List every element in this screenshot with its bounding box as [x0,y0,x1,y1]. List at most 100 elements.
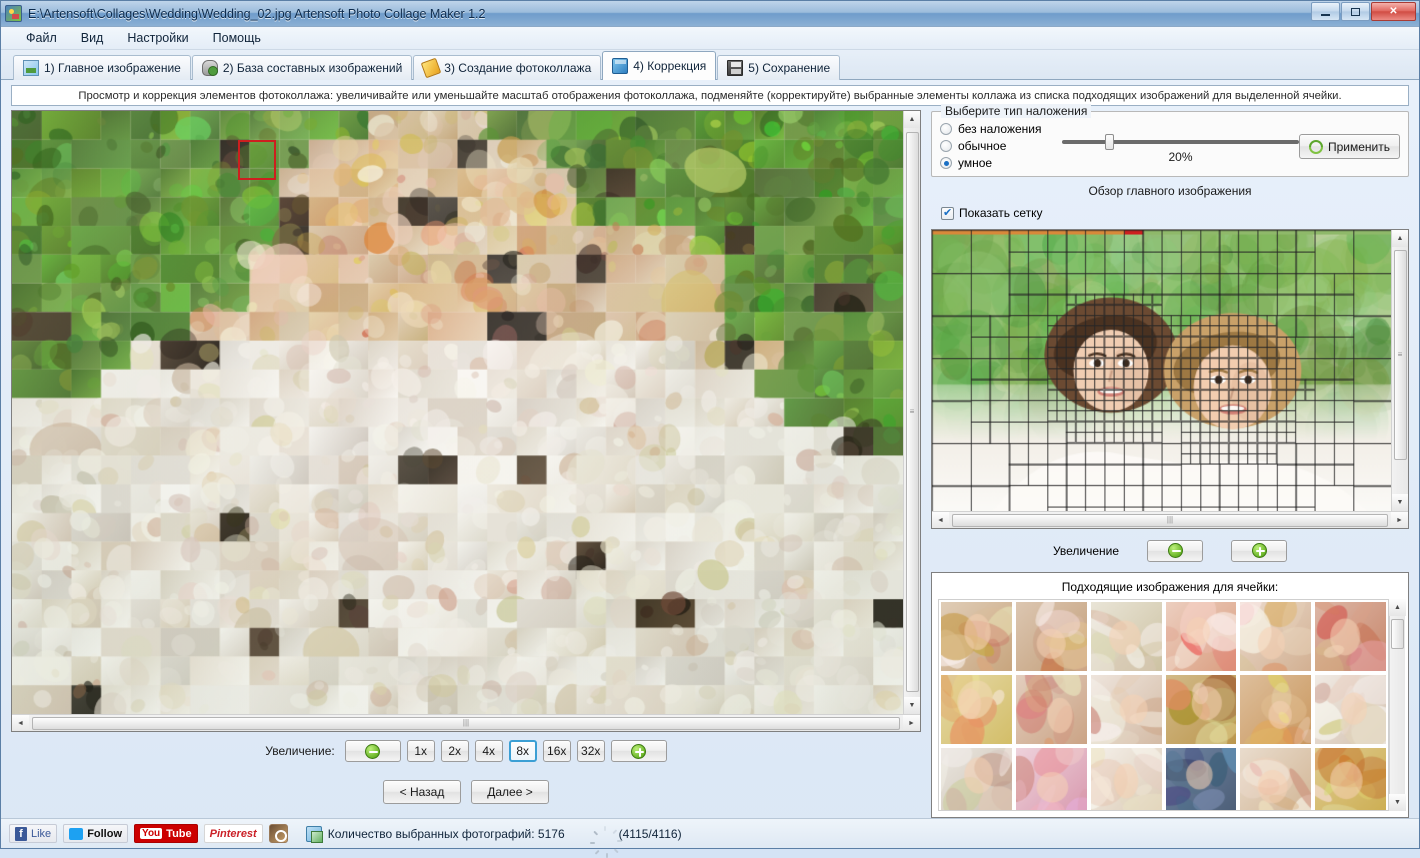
matching-image-thumbnail[interactable] [1090,602,1162,671]
radio-icon-selected[interactable] [940,157,952,169]
matching-image-thumbnail[interactable] [1315,675,1386,744]
thumbnail-canvas-hands-clasped[interactable] [1090,675,1162,744]
scroll-right-arrow[interactable]: ► [903,714,920,731]
hscroll-track[interactable]: ||| [29,715,903,732]
vscroll-track[interactable] [1389,616,1406,794]
slider-thumb[interactable] [1104,134,1114,150]
apply-button[interactable]: Применить [1298,134,1400,159]
menu-settings[interactable]: Настройки [116,28,199,48]
thumbnail-canvas-hands-ring[interactable] [1015,675,1087,744]
thumbnail-canvas-bride-portrait[interactable] [941,602,1012,671]
matching-image-thumbnail[interactable] [1315,748,1386,810]
matching-image-thumbnail[interactable] [1015,675,1087,744]
scroll-down-arrow[interactable]: ▼ [1391,494,1408,511]
thumbnail-canvas-blonde-smiling[interactable] [1090,748,1162,810]
checkbox-icon[interactable] [941,206,954,220]
main-image-canvas-area[interactable] [932,230,1391,511]
thumbnail-canvas-blonde-woman[interactable] [1315,675,1386,744]
thumbnail-canvas-girl-pink-bow[interactable] [1015,748,1087,810]
matching-images-scrollbar[interactable]: ▲ ▼ [1389,599,1406,811]
instagram-button[interactable] [268,824,288,843]
matching-image-thumbnail[interactable] [1240,675,1312,744]
thumbnail-canvas-dress-detail[interactable] [1090,602,1162,671]
scroll-down-arrow[interactable]: ▼ [1389,794,1406,811]
matching-image-thumbnail[interactable] [1015,602,1087,671]
vscroll-track[interactable]: ≡ [1392,247,1409,494]
matching-image-thumbnail[interactable] [941,675,1012,744]
main-image-zoom-out-button[interactable] [1147,539,1204,562]
overlay-option-normal[interactable]: обычное [940,139,1062,153]
youtube-button[interactable]: You Tube [134,824,198,843]
matching-image-thumbnail[interactable] [1165,602,1237,671]
photo-mosaic-canvas[interactable] [12,111,903,714]
menu-view[interactable]: Вид [70,28,115,48]
radio-icon[interactable] [940,140,952,152]
zoom-level-1x[interactable]: 1x [406,740,435,762]
tab-save[interactable]: 5) Сохранение [717,55,841,80]
menu-file[interactable]: Файл [15,28,68,48]
main-image-grid-canvas[interactable] [932,230,1391,511]
scroll-up-arrow[interactable]: ▲ [1389,599,1406,616]
thumbnail-canvas-woman-beige[interactable] [1240,748,1312,810]
collage-horizontal-scrollbar[interactable]: ◄ ||| ► [12,714,920,731]
collage-canvas-area[interactable] [12,111,903,714]
matching-image-thumbnail[interactable] [1165,748,1237,810]
scroll-left-arrow[interactable]: ◄ [932,511,949,528]
facebook-like-button[interactable]: f Like [9,824,58,843]
thumbnail-canvas-groom-boutonniere[interactable] [1165,675,1237,744]
scroll-down-arrow[interactable]: ▼ [903,697,920,714]
scroll-right-arrow[interactable]: ► [1391,511,1408,528]
tab-main-image[interactable]: 1) Главное изображение [13,55,191,80]
matching-images-grid[interactable] [938,599,1389,811]
matching-image-thumbnail[interactable] [941,602,1012,671]
collage-vertical-scrollbar[interactable]: ▲ ≡ ▼ [903,111,920,714]
menu-help[interactable]: Помощь [202,28,272,48]
pinterest-button[interactable]: Pinterest [203,824,263,843]
scroll-left-arrow[interactable]: ◄ [12,714,29,731]
maximize-button[interactable] [1341,2,1370,21]
thumbnail-canvas-hands-bread[interactable] [1240,675,1312,744]
matching-image-thumbnail[interactable] [1015,748,1087,810]
thumbnail-canvas-lilies-bouquet[interactable] [941,675,1012,744]
matching-image-thumbnail[interactable] [1240,602,1312,671]
thumbnail-canvas-child-smiling[interactable] [1240,602,1312,671]
zoom-level-2x[interactable]: 2x [440,740,469,762]
hscroll-thumb[interactable]: ||| [952,513,1388,527]
zoom-in-button[interactable] [610,740,667,762]
matching-image-thumbnail[interactable] [1090,748,1162,810]
thumbnail-canvas-couple-kiss[interactable] [1165,748,1237,810]
radio-icon[interactable] [940,123,952,135]
close-button[interactable]: ✕ [1371,2,1416,21]
hscroll-thumb[interactable]: ||| [32,716,900,730]
thumbnail-canvas-hands-flowers[interactable] [1315,602,1386,671]
overlay-option-none[interactable]: без наложения [940,122,1062,136]
overlay-option-smart[interactable]: умное [940,156,1062,170]
tab-correction[interactable]: 4) Коррекция [602,51,717,80]
vscroll-track[interactable]: ≡ [904,128,921,697]
tab-create-collage[interactable]: 3) Создание фотоколлажа [413,55,602,80]
zoom-out-button[interactable] [344,740,401,762]
vscroll-thumb[interactable]: ≡ [905,132,919,692]
matching-image-thumbnail[interactable] [1315,602,1386,671]
zoom-level-4x[interactable]: 4x [474,740,503,762]
zoom-level-32x[interactable]: 32x [576,740,605,762]
hscroll-track[interactable]: ||| [949,512,1391,529]
vscroll-thumb[interactable] [1391,619,1404,649]
thumbnail-canvas-bride-upside-down[interactable] [1015,602,1087,671]
zoom-level-8x[interactable]: 8x [508,740,537,762]
overlay-strength-slider[interactable] [1062,134,1299,150]
main-image-vertical-scrollbar[interactable]: ▲ ≡ ▼ [1391,230,1408,511]
minimize-button[interactable] [1311,2,1340,21]
scroll-up-arrow[interactable]: ▲ [903,111,920,128]
thumbnail-canvas-beach-scene[interactable] [941,748,1012,810]
matching-image-thumbnail[interactable] [1090,675,1162,744]
main-image-horizontal-scrollbar[interactable]: ◄ ||| ► [932,511,1408,528]
matching-image-thumbnail[interactable] [1165,675,1237,744]
show-grid-checkbox-row[interactable]: Показать сетку [931,206,1409,223]
tab-image-database[interactable]: 2) База составных изображений [191,55,413,80]
scroll-up-arrow[interactable]: ▲ [1391,230,1408,247]
next-button[interactable]: Далее > [471,780,549,804]
matching-image-thumbnail[interactable] [1240,748,1312,810]
thumbnail-canvas-girl-pink-dress[interactable] [1165,602,1237,671]
main-image-zoom-in-button[interactable] [1231,539,1288,562]
